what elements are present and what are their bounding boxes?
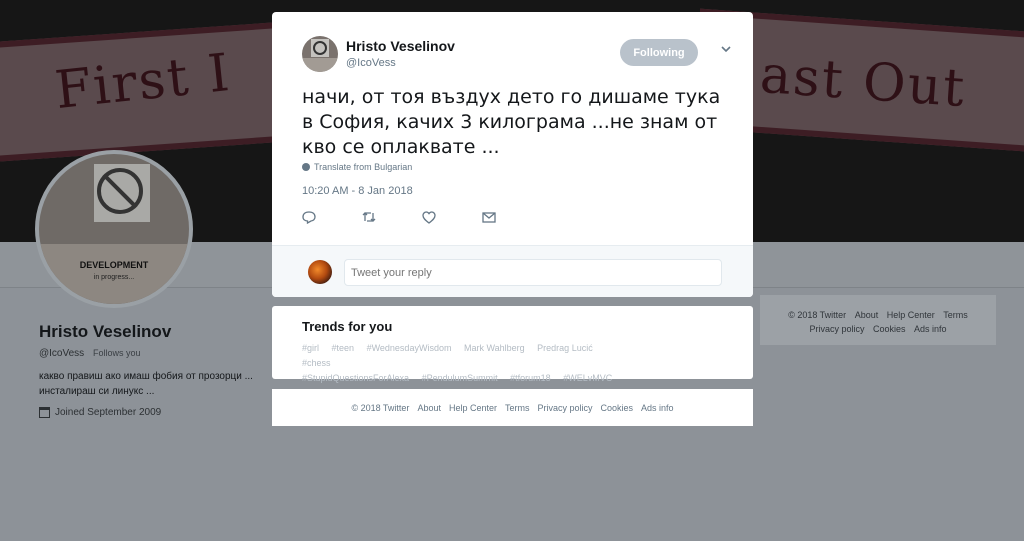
- tweet-author-avatar[interactable]: [302, 36, 338, 72]
- reply-icon: [302, 210, 316, 224]
- globe-icon: [302, 163, 310, 171]
- modal-footer: © 2018 Twitter About Help Center Terms P…: [272, 389, 753, 426]
- footer-link-help[interactable]: Help Center: [887, 310, 935, 320]
- trend-item[interactable]: #tforum18: [510, 373, 551, 383]
- mini-no-entry-icon: [313, 41, 327, 55]
- trends-list: #girl #teen #WednesdayWisdom Mark Wahlbe…: [302, 341, 642, 386]
- tweet-text: начи, от тоя въздух дето го дишаме тука …: [302, 86, 721, 158]
- caret-down-icon[interactable]: [719, 42, 733, 56]
- footer-link-ads[interactable]: Ads info: [641, 403, 674, 413]
- trends-title: Trends for you: [302, 319, 393, 334]
- current-user-avatar: [308, 260, 332, 284]
- footer-link-cookies[interactable]: Cookies: [601, 403, 634, 413]
- retweet-icon: [362, 212, 376, 222]
- profile-bio: какво правиш ако имаш фобия от прозорци …: [39, 371, 253, 397]
- reply-input[interactable]: [344, 259, 722, 286]
- trend-item[interactable]: Predrag Lucić: [537, 343, 593, 353]
- mini-avatar-board: [302, 58, 338, 72]
- reply-button[interactable]: [302, 209, 362, 225]
- trend-item[interactable]: #PendulumSummit: [422, 373, 498, 383]
- no-entry-icon: [97, 168, 143, 214]
- reply-area: [272, 245, 753, 297]
- footer-link-about[interactable]: About: [855, 310, 879, 320]
- footer-link-ads[interactable]: Ads info: [914, 324, 947, 334]
- translate-label: Translate from Bulgarian: [314, 162, 413, 172]
- footer-copyright: © 2018 Twitter: [788, 310, 847, 320]
- avatar-caption: DEVELOPMENT: [79, 260, 149, 270]
- translate-link[interactable]: Translate from Bulgarian: [302, 162, 412, 172]
- trend-item[interactable]: #StupidQuestionsForAlexa: [302, 373, 409, 383]
- like-icon: [422, 210, 436, 224]
- footer-link-cookies[interactable]: Cookies: [873, 324, 906, 334]
- tweet-actions: [302, 209, 542, 225]
- trend-item[interactable]: Mark Wahlberg: [464, 343, 525, 353]
- like-button[interactable]: [422, 209, 482, 225]
- tweet-author-name[interactable]: Hristo Veselinov: [346, 38, 455, 54]
- tweet-author-handle[interactable]: @IcoVess: [346, 57, 396, 69]
- trend-item[interactable]: #chess: [302, 358, 331, 368]
- trend-item[interactable]: #WednesdayWisdom: [367, 343, 452, 353]
- footer-link-privacy[interactable]: Privacy policy: [809, 324, 864, 334]
- joined-date: Joined September 2009: [55, 407, 162, 418]
- footer-link-about[interactable]: About: [417, 403, 441, 413]
- profile-avatar[interactable]: DEVELOPMENT in progress...: [35, 150, 193, 308]
- trend-item[interactable]: #teen: [332, 343, 355, 353]
- page-footer-links: © 2018 Twitter About Help Center Terms P…: [760, 295, 996, 345]
- footer-link-terms[interactable]: Terms: [943, 310, 968, 320]
- footer-link-help[interactable]: Help Center: [449, 403, 497, 413]
- tweet-header: Hristo Veselinov @IcoVess Following: [302, 36, 733, 76]
- follows-you-badge: Follows you: [92, 348, 141, 358]
- message-button[interactable]: [482, 209, 542, 225]
- trends-card: Trends for you #girl #teen #WednesdayWis…: [272, 306, 753, 383]
- retweet-button[interactable]: [362, 209, 422, 225]
- trend-item[interactable]: #WELvMVC: [563, 373, 612, 383]
- profile-joined: Joined September 2009: [39, 407, 259, 418]
- tweet-modal: Hristo Veselinov @IcoVess Following начи…: [272, 12, 753, 297]
- footer-link-terms[interactable]: Terms: [505, 403, 530, 413]
- following-button[interactable]: Following: [620, 39, 698, 66]
- footer-link-privacy[interactable]: Privacy policy: [538, 403, 593, 413]
- profile-handle[interactable]: @IcoVess: [39, 348, 84, 359]
- trend-item[interactable]: #girl: [302, 343, 319, 353]
- avatar-subcaption: in progress...: [93, 274, 135, 281]
- message-icon: [482, 211, 496, 223]
- tweet-timestamp[interactable]: 10:20 AM - 8 Jan 2018: [302, 185, 413, 197]
- calendar-icon: [39, 407, 50, 418]
- profile-name[interactable]: Hristo Veselinov: [39, 322, 259, 342]
- footer-copyright: © 2018 Twitter: [351, 402, 410, 413]
- profile-info: Hristo Veselinov @IcoVess Follows you ка…: [39, 322, 259, 418]
- profile-meta: @IcoVess Follows you: [39, 348, 259, 359]
